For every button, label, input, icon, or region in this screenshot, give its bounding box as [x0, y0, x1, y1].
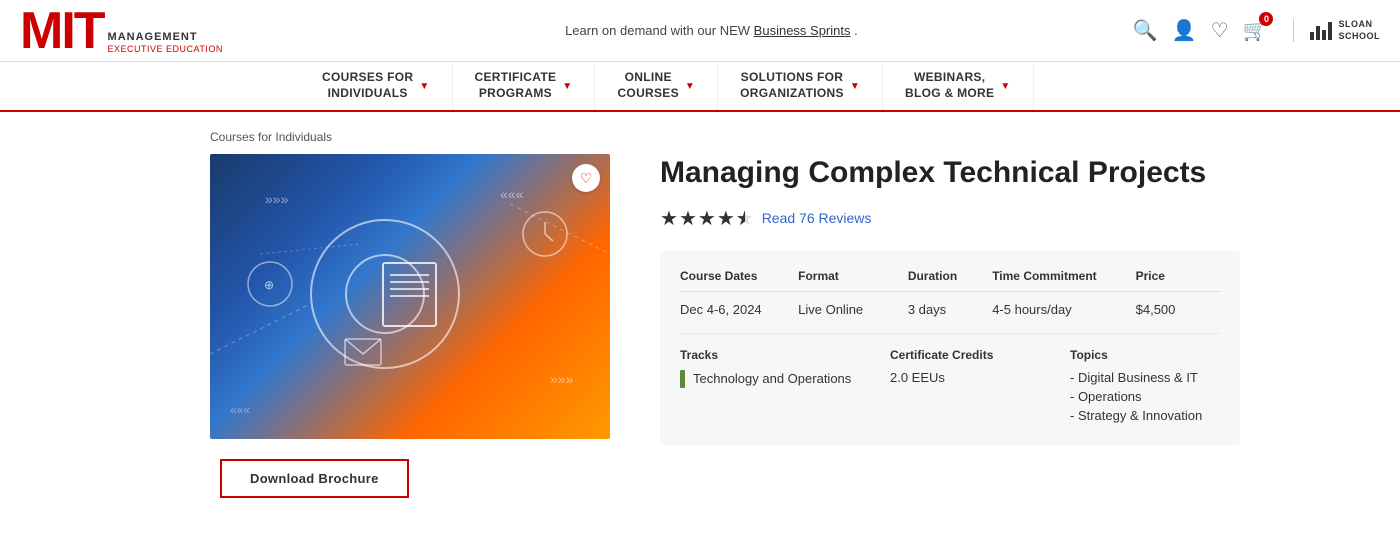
course-price: $4,500: [1136, 302, 1220, 317]
main-content: ⊕ ««« »»» »»» ««« ♡: [0, 154, 1400, 528]
tech-svg-overlay: ⊕ ««« »»» »»» «««: [210, 154, 610, 439]
left-column: ⊕ ««« »»» »»» ««« ♡: [210, 154, 630, 498]
star-3: ★: [698, 206, 716, 231]
search-icon[interactable]: 🔍: [1133, 18, 1158, 43]
announcement-bar: Learn on demand with our NEW Business Sp…: [290, 23, 1133, 38]
nav-courses-individuals[interactable]: COURSES FOR INDIVIDUALS ▼: [300, 62, 453, 110]
nav-online-courses[interactable]: ONLINE COURSES ▼: [595, 62, 718, 110]
chevron-down-icon: ▼: [419, 80, 429, 93]
download-btn-area: Download Brochure: [210, 459, 630, 498]
announce-suffix: .: [854, 23, 858, 38]
right-column: Managing Complex Technical Projects ★ ★ …: [630, 154, 1400, 498]
table-data-row: Dec 4-6, 2024 Live Online 3 days 4-5 hou…: [680, 302, 1220, 334]
business-sprints-link[interactable]: Business Sprints: [754, 23, 851, 38]
track-name: Technology and Operations: [693, 371, 851, 386]
track-item: Technology and Operations: [680, 370, 890, 388]
breadcrumb[interactable]: Courses for Individuals: [210, 130, 332, 144]
svg-text:«««: «««: [230, 403, 250, 417]
header-icons: 🔍 👤 ♡ 🛒 0: [1133, 18, 1268, 43]
lower-details-row: Tracks Technology and Operations Certifi…: [680, 348, 1220, 427]
star-2: ★: [679, 206, 697, 231]
cart-badge: 0: [1259, 12, 1273, 26]
favorite-button[interactable]: ♡: [572, 164, 600, 192]
col-header-price: Price: [1136, 269, 1220, 283]
star-1: ★: [660, 206, 678, 231]
table-header: Course Dates Format Duration Time Commit…: [680, 269, 1220, 292]
sloan-text: SLOAN SCHOOL: [1338, 19, 1380, 42]
col-header-format: Format: [798, 269, 908, 283]
management-text: MANAGEMENT: [108, 31, 223, 44]
course-format: Live Online: [798, 302, 908, 317]
star-half: ★ ★: [736, 206, 754, 231]
download-brochure-button[interactable]: Download Brochure: [220, 459, 409, 498]
cart-icon[interactable]: 🛒 0: [1243, 18, 1268, 43]
nav-solutions-organizations[interactable]: SOLUTIONS FOR ORGANIZATIONS ▼: [718, 62, 883, 110]
svg-text:»»»: »»»: [550, 371, 574, 387]
topic-2: - Operations: [1070, 389, 1220, 404]
course-commitment: 4-5 hours/day: [992, 302, 1135, 317]
wishlist-icon[interactable]: ♡: [1211, 18, 1229, 43]
sloan-logo: SLOAN SCHOOL: [1293, 19, 1380, 42]
chevron-down-icon: ▼: [1000, 80, 1010, 93]
course-title: Managing Complex Technical Projects: [660, 154, 1400, 192]
topics-section: Topics - Digital Business & IT - Operati…: [1070, 348, 1220, 427]
star-rating: ★ ★ ★ ★ ★ ★: [660, 206, 754, 231]
course-duration: 3 days: [908, 302, 992, 317]
svg-text:⊕: ⊕: [264, 278, 274, 292]
topic-3: - Strategy & Innovation: [1070, 408, 1220, 423]
course-image: ⊕ ««« »»» »»» ««« ♡: [210, 154, 610, 439]
credits-section: Certificate Credits 2.0 EEUs: [890, 348, 1070, 427]
nav-webinars-blog[interactable]: WEBINARS, BLOG & MORE ▼: [883, 62, 1034, 110]
credits-label: Certificate Credits: [890, 348, 1070, 362]
tracks-label: Tracks: [680, 348, 890, 362]
credits-value: 2.0 EEUs: [890, 370, 1070, 385]
chevron-down-icon: ▼: [850, 80, 860, 93]
logo[interactable]: MIT MANAGEMENT EXECUTIVE EDUCATION: [20, 5, 290, 57]
col-header-commitment: Time Commitment: [992, 269, 1135, 283]
read-reviews-link[interactable]: Read 76 Reviews: [762, 210, 872, 226]
nav-certificate-programs[interactable]: CERTIFICATE PROGRAMS ▼: [453, 62, 596, 110]
col-header-dates: Course Dates: [680, 269, 798, 283]
track-color-indicator: [680, 370, 685, 388]
course-image-bg: ⊕ ««« »»» »»» «««: [210, 154, 610, 439]
mit-text: MIT: [20, 5, 104, 57]
chevron-down-icon: ▼: [562, 80, 572, 93]
rating-row: ★ ★ ★ ★ ★ ★ Read 76 Reviews: [660, 206, 1400, 231]
tracks-section: Tracks Technology and Operations: [680, 348, 890, 427]
account-icon[interactable]: 👤: [1172, 18, 1197, 43]
star-4: ★: [717, 206, 735, 231]
course-details-table: Course Dates Format Duration Time Commit…: [660, 251, 1240, 445]
navigation: COURSES FOR INDIVIDUALS ▼ CERTIFICATE PR…: [0, 62, 1400, 112]
announce-text: Learn on demand with our NEW: [565, 23, 754, 38]
topics-label: Topics: [1070, 348, 1220, 362]
sloan-bars-icon: [1310, 22, 1332, 40]
course-dates: Dec 4-6, 2024: [680, 302, 798, 317]
chevron-down-icon: ▼: [685, 80, 695, 93]
topic-1: - Digital Business & IT: [1070, 370, 1220, 385]
col-header-duration: Duration: [908, 269, 992, 283]
svg-text:«««: «««: [500, 186, 524, 202]
exec-ed-text: EXECUTIVE EDUCATION: [108, 44, 223, 55]
svg-text:»»»: »»»: [265, 191, 289, 207]
